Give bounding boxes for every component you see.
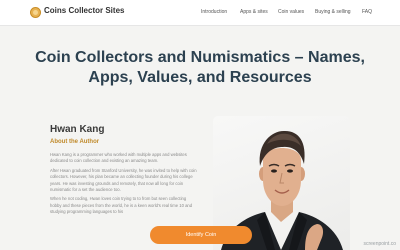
nav-link-coin-values[interactable]: Coin values — [278, 9, 304, 15]
nav-link-faq[interactable]: FAQ — [362, 9, 372, 15]
nav-link-apps-sites[interactable]: Apps & sites — [240, 9, 268, 15]
bio-paragraph: Hwan Kang is a programmer who worked wit… — [50, 152, 187, 164]
watermark: screenpoint.co — [363, 241, 396, 247]
about-author-label: About the Author — [50, 139, 100, 145]
author-bio: Hwan Kang is a programmer who worked wit… — [50, 152, 198, 219]
page-title: Coin Collectors and Numismatics – Names,… — [35, 49, 365, 86]
author-name: Hwan Kang — [50, 124, 105, 135]
top-navigation-bar: Coins Collector Sites Introduction Apps … — [0, 0, 400, 26]
bio-paragraph: When he not coding, Hwan loves coin tryi… — [50, 196, 193, 215]
nav-link-buying-selling[interactable]: Buying & selling — [315, 9, 351, 15]
identify-coin-button[interactable]: Identify Coin — [150, 226, 252, 244]
bio-paragraph: After Hwan graduated from Stanford Unive… — [50, 167, 197, 193]
nav-link-introduction[interactable]: Introduction — [201, 9, 227, 15]
nav-menu: Introduction Apps & sites Coin values Bu… — [0, 9, 400, 19]
